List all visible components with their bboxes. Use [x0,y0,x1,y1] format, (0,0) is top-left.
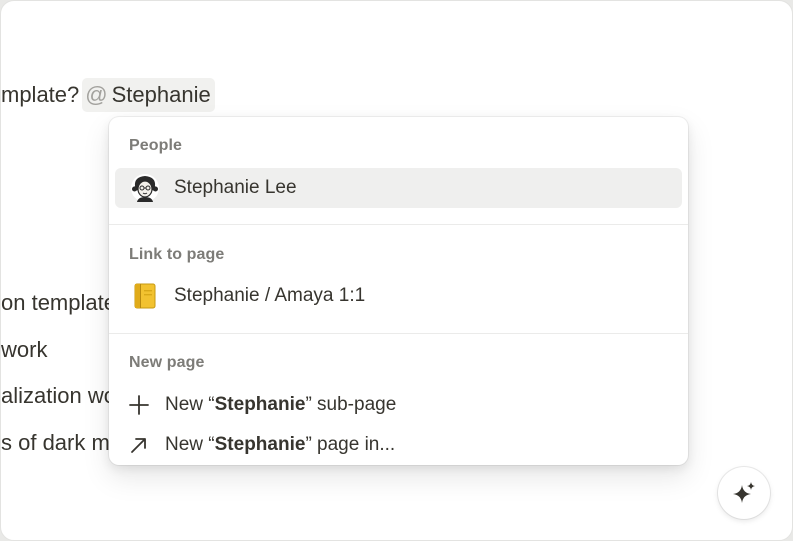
menu-item-label: Stephanie / Amaya 1:1 [174,285,366,306]
menu-item-new-sub-page[interactable]: New “Stephanie” sub-page [115,385,682,425]
mention-chip[interactable]: @ Stephanie [82,78,215,112]
section-divider [109,224,688,225]
sparkle-icon [733,482,755,503]
section-label-new-page: New page [129,354,205,371]
editor-text: mplate? [1,82,80,107]
section-divider [109,333,688,334]
app-window: mplate? @ Stephanie on template work ali… [0,0,793,541]
menu-item-label: Stephanie Lee [174,177,297,198]
editor-line[interactable]: work [1,335,47,365]
editor-line[interactable]: s of dark m [1,428,110,458]
section-label-people: People [129,137,183,154]
notebook-icon [129,280,161,312]
section-label-link-to-page: Link to page [129,246,225,263]
editor-line[interactable]: on template [1,288,116,318]
ai-assistant-button[interactable] [718,467,770,519]
user-avatar-icon [129,172,161,204]
menu-item-label: New “Stephanie” page in... [165,434,396,455]
editor-line[interactable]: alization wo [1,381,116,411]
menu-item-label: New “Stephanie” sub-page [165,394,397,415]
plus-icon [125,389,153,421]
mention-popup: People Stephanie Lee Link to page Stepha… [109,117,688,465]
editor-line[interactable]: mplate? @ Stephanie [1,78,215,112]
mention-query: Stephanie [111,82,211,107]
menu-item-stephanie-lee[interactable]: Stephanie Lee [115,168,682,208]
mention-at-symbol: @ [85,82,108,107]
menu-item-stephanie-amaya[interactable]: Stephanie / Amaya 1:1 [115,276,682,316]
arrow-up-right-icon [125,429,153,461]
menu-item-new-page-in[interactable]: New “Stephanie” page in... [115,425,682,465]
